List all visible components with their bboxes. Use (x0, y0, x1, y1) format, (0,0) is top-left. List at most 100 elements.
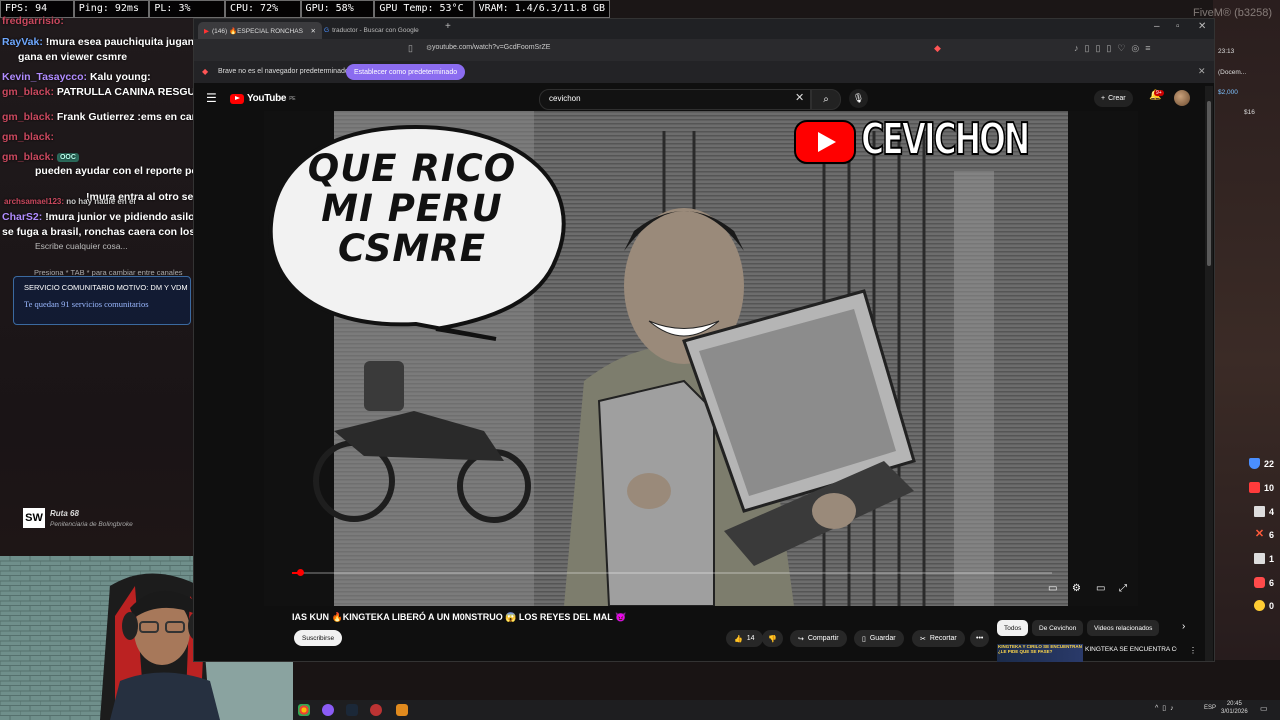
infobar-text: Brave no es el navegador predeterminado (218, 68, 349, 75)
plus-icon: + (1101, 95, 1106, 102)
dislike-button[interactable]: 👎 (762, 630, 783, 647)
clock-time: 20:45 (1226, 701, 1242, 707)
url-field[interactable]: youtube.com/watch?v=GcdFoomSrZE (432, 44, 550, 51)
clip-label: Recortar (929, 635, 957, 642)
close-icon[interactable]: ✕ (1198, 66, 1206, 77)
brave-shields-icon[interactable]: ◆ (934, 43, 941, 54)
chip-all[interactable]: Todos (997, 620, 1029, 636)
share-button[interactable]: ↪ Compartir (790, 630, 847, 647)
logo-text: YouTube (247, 93, 287, 104)
chrome-icon[interactable] (298, 704, 310, 716)
chevron-right-icon[interactable]: › (1182, 621, 1185, 632)
hud-money-cash: $2,000 (1218, 89, 1238, 96)
speech-line: MI PERU (321, 186, 503, 230)
search-icon: ⌕ (823, 94, 829, 105)
share-label: Compartir (807, 635, 839, 642)
game-background-right (1213, 0, 1280, 720)
subtitles-icon[interactable]: ▭ (1048, 583, 1057, 594)
related-video-thumbnail[interactable]: KINGTEKA Y CIRILO SE ENCUENTRAN ¿LE PIDE… (997, 644, 1083, 662)
hamburger-menu-icon[interactable]: ☰ (206, 91, 217, 105)
clear-search-icon[interactable]: ✕ (795, 91, 804, 104)
new-tab-icon[interactable]: + (445, 21, 451, 32)
community-service-panel: SERVICIO COMUNITARIO MOTIVO: DM Y VDM Te… (13, 276, 191, 325)
video-title: IAS KUN 🔥KINGTEKA LIBERÓ A UN M0NSTRUO 😱… (292, 612, 627, 622)
hud-money-bank: $16 (1244, 109, 1255, 116)
close-icon[interactable]: ✕ (311, 27, 316, 35)
theater-mode-icon[interactable]: ▭ (1096, 583, 1105, 594)
tab-bar: ▶ (146) 🔥ESPECIAL RONCHAS ✕ Gtraductor - B… (194, 19, 1214, 39)
close-window-icon[interactable]: ✕ (1198, 21, 1206, 32)
avatar[interactable] (1174, 90, 1190, 106)
service-title: SERVICIO COMUNITARIO MOTIVO: DM Y VDM (24, 283, 188, 292)
chat-message: gana en viewer csmre (18, 51, 128, 63)
youtube-tab-icon: ▶ (204, 27, 209, 35)
youtube-logo[interactable]: YouTube PE (230, 93, 296, 104)
chat-message: pueden ayudar con el reporte por c (35, 165, 211, 177)
like-count: 14 (746, 635, 755, 642)
scrollbar-thumb[interactable] (1207, 101, 1211, 266)
set-default-button[interactable]: Establecer como predeterminado (346, 64, 466, 80)
related-video-title[interactable]: KINGTEKA SE ENCUENTRA CON CIRILO ¿LE PID… (1085, 646, 1177, 654)
tab-youtube[interactable]: ▶ (146) 🔥ESPECIAL RONCHAS ✕ (198, 22, 322, 39)
maximize-icon[interactable]: ▫ (1176, 21, 1180, 32)
create-button[interactable]: + Crear (1094, 90, 1133, 107)
taskbar (293, 700, 1280, 720)
tab-label: (146) 🔥ESPECIAL RONCHAS (212, 27, 303, 35)
ping-stat: Ping: 92ms (73, 0, 150, 18)
chip-related[interactable]: Videos relacionados (1087, 620, 1160, 636)
bank-icon (1253, 506, 1265, 517)
toolbar-extension-icons[interactable]: ♪▯▯▯♡◎≡ (1074, 43, 1157, 54)
google-tab-icon: G (324, 27, 330, 34)
video-scrubber-handle[interactable] (296, 569, 304, 576)
subscribe-button[interactable]: Suscribirse (294, 630, 343, 646)
folder-icon[interactable] (396, 704, 408, 716)
channel-watermark: CEVICHON (860, 113, 1031, 166)
car-icon (1248, 482, 1260, 493)
taxi-icon (1253, 577, 1265, 588)
like-button[interactable]: 👍 14 (726, 630, 763, 647)
notification-center-icon[interactable]: ▭ (1260, 704, 1268, 713)
shield-icon (1248, 458, 1260, 469)
more-actions-button[interactable]: ••• (970, 630, 990, 647)
hud-people-count: 0 (1253, 600, 1274, 611)
hud-location: (Docem... (1218, 69, 1247, 76)
chip-from-channel[interactable]: De Cevichon (1032, 620, 1084, 636)
location-route: Ruta 68 (50, 509, 79, 518)
game-background-bottom (193, 660, 1280, 700)
search-button[interactable]: ⌕ (811, 89, 841, 110)
country-code: PE (289, 95, 296, 102)
more-vert-icon[interactable]: ⋮ (1189, 646, 1197, 655)
tab-google[interactable]: Gtraductor - Buscar con Google (318, 22, 448, 39)
address-bar (194, 39, 1214, 61)
search-input[interactable]: cevichon (549, 94, 581, 103)
app-icon[interactable] (322, 704, 334, 716)
speech-text: QUE RICO MI PERU CSMRE (292, 149, 532, 269)
speech-line: CSMRE (337, 226, 487, 270)
hud-taxi-count: 6 (1253, 577, 1274, 588)
bookmark-icon[interactable]: ▯ (408, 43, 413, 54)
clip-button[interactable]: ✂ Recortar (912, 630, 965, 647)
chat-input[interactable]: Escribe cualquier cosa... (35, 241, 128, 251)
youtube-play-icon (230, 93, 244, 104)
chat-message: Kevin_Tasaycco: Kalu young: (2, 71, 151, 83)
video-player[interactable]: QUE RICO MI PERU CSMRE CEVICHON ▭ ⚙ ▭ ⤢ (264, 111, 1138, 606)
hud-police-count: 22 (1248, 458, 1274, 469)
hud-hospital-count: 1 (1253, 553, 1274, 564)
system-tray-icons[interactable]: ^▯♪ (1155, 704, 1178, 712)
gpu-temp-stat: GPU Temp: 53°C (374, 0, 474, 18)
minimize-icon[interactable]: – (1154, 21, 1160, 32)
hud-clock: 23:13 (1218, 48, 1235, 55)
fullscreen-icon[interactable]: ⤢ (1119, 583, 1127, 594)
chat-message: fredgarrisio: (2, 15, 64, 27)
voice-search-button[interactable]: 🎙 (849, 89, 868, 108)
steam-icon[interactable] (346, 704, 358, 716)
save-button[interactable]: ▯ Guardar (854, 630, 904, 647)
packet-loss-stat: PL: 3% (149, 0, 225, 18)
clock[interactable]: 20:45 3/01/2026 (1221, 701, 1248, 716)
language-indicator[interactable]: ESP (1204, 705, 1216, 711)
obs-icon[interactable] (370, 704, 382, 716)
brave-icon: ◆ (202, 67, 209, 76)
thumbs-down-icon: 👎 (768, 635, 777, 643)
video-progress-bar[interactable] (292, 572, 1052, 574)
settings-icon[interactable]: ⚙ (1072, 583, 1081, 594)
